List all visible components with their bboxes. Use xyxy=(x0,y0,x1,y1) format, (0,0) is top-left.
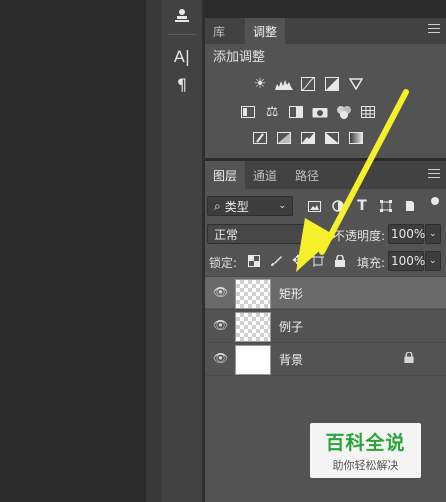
watermark-title: 百科全说 xyxy=(325,432,406,454)
watermark-badge: 百科全说 助你轻松解决 xyxy=(310,423,421,478)
watermark-subtitle: 助你轻松解决 xyxy=(332,459,399,472)
